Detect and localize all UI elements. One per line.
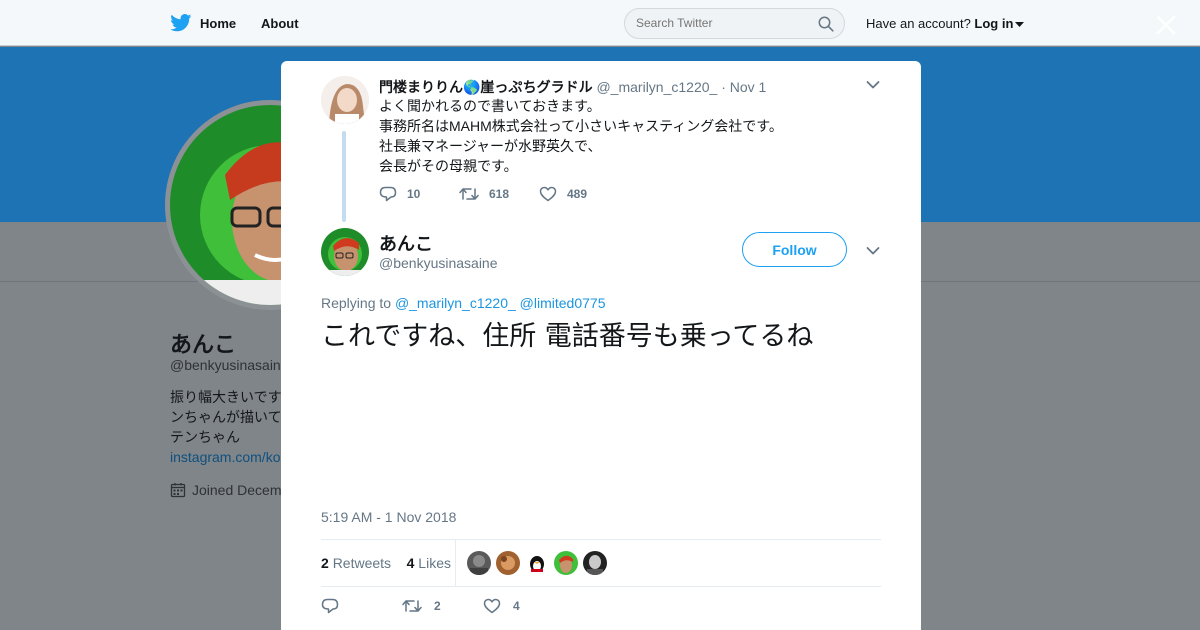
mention-link[interactable]: @_marilyn_c1220_ [395,295,516,311]
profile-bio-line: テンちゃん [170,429,240,445]
parent-retweet-count: 618 [489,187,510,201]
main-tweet-actions: 2 4 [321,598,520,614]
retweets-count: 2 [321,555,329,571]
parent-like-action[interactable]: 489 [539,186,587,202]
retweet-icon [459,188,479,200]
parent-tweet-line: よく聞かれるので書いておきます。 [379,98,601,114]
likes-stat[interactable]: 4 Likes [407,555,451,571]
liker-avatar[interactable] [496,551,520,575]
profile-handle: @benkyusinasain [170,357,281,373]
profile-bio: 振り幅大きいです ンちゃんが描いて テンちゃん [170,387,290,447]
parent-author-name[interactable]: 門楼まりりん🌎崖っぷちグラドル [379,79,593,95]
parent-tweet-line: 社長兼マネージャーが水野英久で、 [379,138,602,154]
replying-prefix: Replying to [321,295,392,311]
stats-counts: 2 Retweets 4 Likes [321,555,451,571]
close-icon [1156,15,1176,35]
nav-about-link[interactable]: About [261,16,299,31]
tweet-stats: 2 Retweets 4 Likes [321,539,881,587]
nav-home-label: Home [200,15,237,31]
profile-link[interactable]: instagram.com/ko [170,449,280,465]
main-reply-action[interactable] [321,598,402,614]
parent-tweet-date[interactable]: · Nov 1 [721,79,766,95]
close-button[interactable] [1152,11,1180,39]
main-author-handle[interactable]: @benkyusinasaine [379,255,498,271]
like-icon [483,598,501,614]
chevron-down-icon[interactable] [866,80,880,90]
nav-home-link[interactable]: Home [170,14,236,32]
main-author-avatar[interactable] [321,228,369,276]
parent-author-avatar[interactable] [321,76,369,124]
profile-name: あんこ [170,332,237,357]
tweet-timestamp[interactable]: 5:19 AM - 1 Nov 2018 [321,509,456,525]
likes-count: 4 [406,555,415,571]
search-box [624,8,845,39]
retweets-word: Retweets [332,555,392,571]
profile-bio-line: 振り幅大きいです [170,389,282,405]
account-area: Have an account? Log in [866,16,1025,31]
stats-divider [455,540,456,587]
likes-word: Likes [418,555,451,571]
parent-tweet-text: よく聞かれるので書いておきます。 事務所名はMAHM株式会社って小さいキャスティ… [379,96,783,176]
replying-to: Replying to @_marilyn_c1220_ @limited077… [321,295,605,311]
liker-avatar[interactable] [554,551,578,575]
like-icon [539,186,557,202]
profile-bio-line: ンちゃんが描いて [170,409,282,425]
parent-retweet-action[interactable]: 618 [459,186,539,202]
parent-tweet-line: 事務所名はMAHM株式会社って小さいキャスティング会社です。 [379,118,783,134]
parent-like-count: 489 [567,187,588,201]
top-nav: Home About Have an account? Log in [0,0,1200,46]
parent-reply-action[interactable]: 10 [379,186,459,202]
follow-button[interactable]: Follow [742,232,847,267]
profile-joined-text: Joined Decem [192,482,282,498]
parent-author-handle[interactable]: @_marilyn_c1220_ [596,79,717,95]
liker-avatars [467,551,607,575]
main-author-name[interactable]: あんこ [379,230,433,256]
mention-link[interactable]: @limited0775 [520,295,606,311]
reply-icon [379,186,397,202]
main-like-action[interactable]: 4 [483,598,520,614]
thread-connector [342,131,346,222]
main-like-count: 4 [513,599,520,613]
search-button[interactable] [818,16,834,37]
search-input[interactable] [636,16,806,30]
login-link[interactable]: Log in [974,16,1013,31]
liker-avatar[interactable] [583,551,607,575]
chevron-down-icon[interactable] [866,246,880,256]
liker-avatar[interactable] [467,551,491,575]
main-retweet-count: 2 [434,599,441,613]
main-tweet-text: これですね、住所 電話番号も乗ってるね [321,321,814,352]
parent-tweet-line: 会長がその母親です。 [379,158,518,174]
profile-joined: Joined Decem [170,482,282,498]
caret-down-icon[interactable] [1015,21,1025,28]
liker-avatar[interactable] [525,551,549,575]
account-prompt: Have an account? [866,16,971,31]
main-retweet-action[interactable]: 2 [402,598,483,614]
parent-reply-count: 10 [407,187,421,201]
twitter-bird-icon [170,14,192,32]
retweet-icon [402,600,422,612]
search-icon [818,16,834,32]
tweet-modal: 門楼まりりん🌎崖っぷちグラドル @_marilyn_c1220_ · Nov 1… [281,61,921,630]
parent-tweet-actions: 10 618 489 [379,186,587,202]
calendar-icon [170,483,186,498]
retweets-stat[interactable]: 2 Retweets [321,555,391,571]
reply-icon [321,598,339,614]
parent-tweet-header: 門楼まりりん🌎崖っぷちグラドル @_marilyn_c1220_ · Nov 1 [379,77,766,97]
